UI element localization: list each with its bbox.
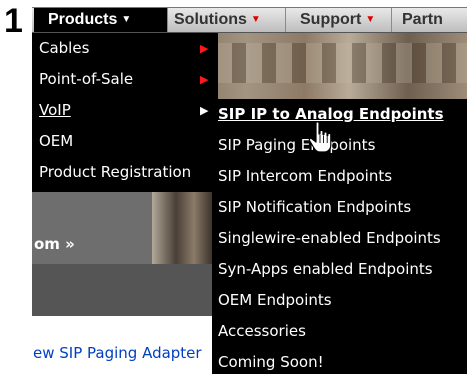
menu-item-voip[interactable]: VoIP ▶ [32,95,218,126]
caret-down-icon: ▼ [365,14,376,25]
content-bar [32,264,218,316]
submenu-item-sip-intercom[interactable]: SIP Intercom Endpoints [212,161,392,192]
menu-item-cables[interactable]: Cables ▶ [32,33,218,64]
hand-pointer-icon [308,121,332,153]
submenu-item-coming-soon[interactable]: Coming Soon! [212,347,324,374]
promo-more-link[interactable]: om » [34,235,75,253]
menu-item-label: Point-of-Sale [39,70,134,88]
menu-item-oem[interactable]: OEM [32,126,218,157]
nav-partners-label: Partn [402,11,443,28]
caret-right-icon: ▶ [200,42,209,55]
menu-item-product-registration[interactable]: Product Registration [32,157,218,188]
submenu-item-singlewire[interactable]: Singlewire-enabled Endpoints [212,223,441,254]
menu-item-label: OEM [39,132,74,150]
main-nav: Products ▼ Solutions ▼ Support ▼ Partn [32,7,467,33]
caret-right-icon: ▶ [200,104,209,117]
submenu-item-accessories[interactable]: Accessories [212,316,306,347]
promo-panel [32,192,152,264]
browser-viewport: om » ew SIP Paging Adapter Products ▼ Sol… [32,7,467,374]
submenu-item-oem-endpoints[interactable]: OEM Endpoints [212,285,332,316]
nav-support[interactable]: Support ▼ [286,8,392,32]
nav-products[interactable]: Products ▼ [34,8,168,32]
nav-partners[interactable]: Partn [392,8,467,32]
nav-solutions[interactable]: Solutions ▼ [168,8,286,32]
submenu-item-sip-notification[interactable]: SIP Notification Endpoints [212,192,411,223]
promo-photo [152,192,212,264]
menu-item-point-of-sale[interactable]: Point-of-Sale ▶ [32,64,218,95]
nav-solutions-label: Solutions [174,11,247,28]
products-dropdown: Cables ▶ Point-of-Sale ▶ VoIP ▶ OEM Prod… [32,33,218,192]
news-link[interactable]: ew SIP Paging Adapter [33,344,202,362]
step-number: 1 [4,2,23,40]
nav-products-label: Products [48,11,118,28]
submenu-item-sip-paging[interactable]: SIP Paging Endpoints [212,130,375,161]
caret-right-icon: ▶ [200,73,209,86]
nav-support-label: Support [300,11,362,28]
menu-item-label: Cables [39,39,90,57]
menu-item-label: Product Registration [39,163,192,181]
caret-down-icon: ▼ [250,14,261,25]
caret-down-icon: ▼ [121,14,132,25]
submenu-item-syn-apps[interactable]: Syn-Apps enabled Endpoints [212,254,433,285]
voip-submenu: SIP IP to Analog Endpoints SIP Paging En… [212,99,467,374]
menu-item-label: VoIP [39,101,71,119]
